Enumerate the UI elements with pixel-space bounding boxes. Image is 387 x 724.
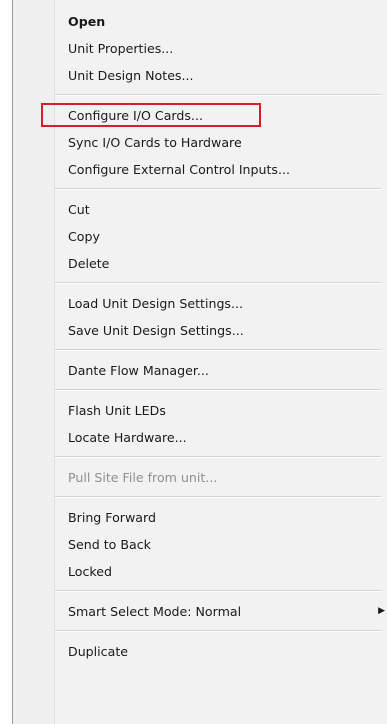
menu-separator (55, 282, 381, 284)
menu-item-unit-properties[interactable]: Unit Properties... (13, 35, 387, 62)
menu-item-unit-design-notes[interactable]: Unit Design Notes... (13, 62, 387, 89)
menu-separator (55, 188, 381, 190)
menu-item-sync-io-cards[interactable]: Sync I/O Cards to Hardware (13, 129, 387, 156)
menu-item-pull-site-file: Pull Site File from unit... (68, 470, 218, 485)
menu-item-smart-select-mode[interactable]: Smart Select Mode: Normal ▶ (13, 598, 387, 625)
menu-separator (55, 94, 381, 96)
menu-item-duplicate[interactable]: Duplicate (13, 638, 387, 665)
context-menu: Open Unit Properties... Unit Design Note… (12, 0, 387, 724)
menu-item-dante-flow-manager[interactable]: Dante Flow Manager... (13, 357, 387, 384)
menu-item-copy[interactable]: Copy (13, 223, 387, 250)
menu-item-cut[interactable]: Cut (13, 196, 387, 223)
menu-item-bring-forward[interactable]: Bring Forward (13, 504, 387, 531)
menu-separator (55, 456, 381, 458)
menu-separator (55, 389, 381, 391)
menu-separator (55, 590, 381, 592)
menu-item-save-unit-design-settings[interactable]: Save Unit Design Settings... (13, 317, 387, 344)
menu-item-label: Smart Select Mode: Normal (68, 604, 242, 619)
highlight-box (41, 103, 261, 127)
menu-item-locate-hardware[interactable]: Locate Hardware... (13, 424, 387, 451)
menu-item-open[interactable]: Open (13, 8, 387, 35)
menu-item-flash-unit-leds[interactable]: Flash Unit LEDs (13, 397, 387, 424)
submenu-arrow-icon: ▶ (378, 606, 385, 616)
menu-item-configure-external-control-inputs[interactable]: Configure External Control Inputs... (13, 156, 387, 183)
background-area (0, 0, 12, 724)
menu-separator (55, 349, 381, 351)
menu-item-locked[interactable]: Locked (13, 558, 387, 585)
menu-item-load-unit-design-settings[interactable]: Load Unit Design Settings... (13, 290, 387, 317)
menu-separator (55, 496, 381, 498)
menu-separator (55, 630, 381, 632)
menu-item-delete[interactable]: Delete (13, 250, 387, 277)
menu-item-send-to-back[interactable]: Send to Back (13, 531, 387, 558)
menu-item-configure-io-cards[interactable]: Configure I/O Cards... (13, 102, 387, 129)
